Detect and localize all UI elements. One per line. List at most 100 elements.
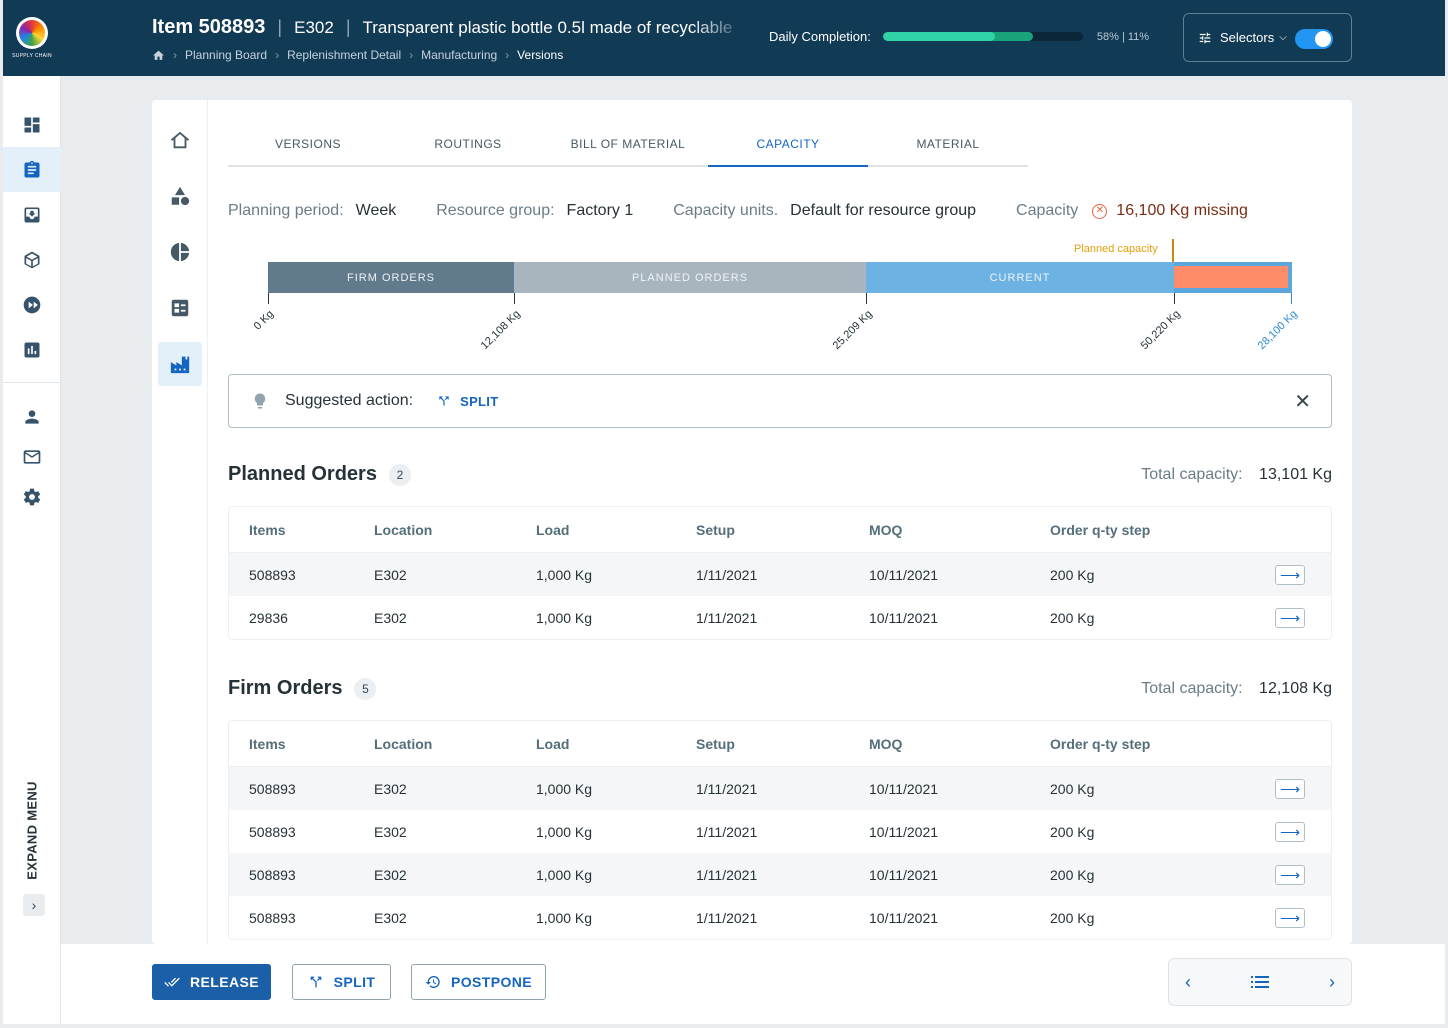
column-setup[interactable]: Setup: [696, 522, 869, 538]
planning-period-label: Planning period:: [228, 202, 344, 219]
close-icon[interactable]: ✕: [1294, 392, 1311, 412]
column-order-qty-step[interactable]: Order q-ty step: [1050, 522, 1250, 538]
column-load[interactable]: Load: [536, 522, 696, 538]
table-row[interactable]: 508893 E302 1,000 Kg 1/11/2021 10/11/202…: [229, 767, 1331, 810]
tab-capacity[interactable]: CAPACITY: [708, 126, 868, 167]
home-icon[interactable]: [152, 49, 165, 62]
subnav-shapes[interactable]: [158, 174, 202, 218]
suggested-split-button[interactable]: SPLIT: [437, 394, 498, 409]
cell-qty-step: 200 Kg: [1050, 909, 1095, 926]
subnav-checklist[interactable]: [158, 286, 202, 330]
rail-inbox[interactable]: [3, 192, 61, 237]
arrow-right-icon: ⟶: [1279, 823, 1301, 840]
table-row[interactable]: 29836 E302 1,000 Kg 1/11/2021 10/11/2021…: [229, 596, 1331, 639]
rail-assignments[interactable]: [3, 147, 61, 192]
release-label: RELEASE: [190, 974, 259, 990]
split-icon: [437, 394, 451, 408]
capacity-excess: [1174, 266, 1288, 288]
next-record-button[interactable]: ›: [1329, 973, 1335, 991]
column-items[interactable]: Items: [229, 736, 374, 752]
shapes-icon: [171, 186, 190, 206]
planning-period-value: Week: [355, 202, 397, 219]
list-view-button[interactable]: [1251, 975, 1269, 989]
subnav-factory[interactable]: [158, 342, 202, 386]
expand-menu-label[interactable]: EXPAND MENU: [20, 780, 44, 880]
split-button[interactable]: SPLIT: [292, 964, 391, 1000]
item-title: Item 508893: [152, 16, 266, 38]
cell-moq: 10/11/2021: [869, 823, 939, 840]
subnav-analytics[interactable]: [158, 230, 202, 274]
column-order-qty-step[interactable]: Order q-ty step: [1050, 736, 1250, 752]
postpone-button[interactable]: POSTPONE: [411, 964, 546, 1000]
chevron-down-icon[interactable]: ⌵: [1279, 32, 1287, 43]
logo-text: SUPPLY CHAIN: [12, 53, 52, 59]
column-location[interactable]: Location: [374, 736, 536, 752]
capacity-missing-value: 16,100 Kg missing: [1116, 202, 1248, 219]
page-header: Item 508893 | E302 | Transparent plastic…: [61, 0, 1445, 76]
expand-menu-text: EXPAND MENU: [24, 780, 40, 880]
main-card: VERSIONS ROUTINGS BILL OF MATERIAL CAPAC…: [152, 100, 1352, 944]
firm-orders-count: 5: [354, 677, 377, 700]
capacity-units-value: Default for resource group: [790, 202, 977, 219]
breadcrumb: › Planning Board › Replenishment Detail …: [152, 48, 563, 62]
column-load[interactable]: Load: [536, 736, 696, 752]
selectors-dropdown[interactable]: Selectors: [1220, 30, 1274, 45]
rail-products[interactable]: [3, 237, 61, 282]
capacity-tick-label: 28,100 Kg: [1255, 308, 1300, 352]
planned-capacity-marker: [1172, 239, 1174, 263]
tab-versions[interactable]: VERSIONS: [228, 126, 388, 165]
postpone-label: POSTPONE: [451, 974, 532, 990]
rail-settings[interactable]: [3, 477, 61, 517]
column-items[interactable]: Items: [229, 522, 374, 538]
breadcrumb-separator: ›: [409, 48, 414, 62]
capacity-bar: FIRM ORDERS PLANNED ORDERS CURRENT: [268, 262, 1292, 293]
toggle-knob: [1315, 31, 1331, 47]
firm-total-value: 12,108 Kg: [1259, 679, 1332, 697]
table-row[interactable]: 508893 E302 1,000 Kg 1/11/2021 10/11/202…: [229, 553, 1331, 596]
row-open-button[interactable]: ⟶: [1275, 607, 1305, 628]
table-row[interactable]: 508893 E302 1,000 Kg 1/11/2021 10/11/202…: [229, 896, 1331, 939]
rail-profile[interactable]: [3, 397, 61, 437]
selectors-toggle[interactable]: [1295, 29, 1333, 49]
cell-moq: 10/11/2021: [869, 566, 939, 583]
capacity-tick-label: 0 Kg: [251, 308, 277, 333]
row-open-button[interactable]: ⟶: [1275, 864, 1305, 885]
row-open-button[interactable]: ⟶: [1275, 821, 1305, 842]
row-open-button[interactable]: ⟶: [1275, 564, 1305, 585]
tab-routings[interactable]: ROUTINGS: [388, 126, 548, 165]
cell-setup: 1/11/2021: [696, 823, 758, 840]
row-open-button[interactable]: ⟶: [1275, 778, 1305, 799]
arrow-right-icon: ⟶: [1279, 566, 1301, 583]
tab-bill-of-material[interactable]: BILL OF MATERIAL: [548, 126, 708, 165]
release-button[interactable]: RELEASE: [152, 964, 271, 1000]
capacity-segment-planned: PLANNED ORDERS: [514, 262, 866, 293]
breadcrumb-manufacturing[interactable]: Manufacturing: [421, 48, 497, 62]
rail-divider: [3, 382, 60, 383]
breadcrumb-replenishment-detail[interactable]: Replenishment Detail: [287, 48, 401, 62]
rail-mail[interactable]: [3, 437, 61, 477]
table-row[interactable]: 508893 E302 1,000 Kg 1/11/2021 10/11/202…: [229, 853, 1331, 896]
rail-reports[interactable]: [3, 327, 61, 372]
breadcrumb-planning-board[interactable]: Planning Board: [185, 48, 267, 62]
logo-swirl-icon: [19, 20, 45, 46]
tab-material[interactable]: MATERIAL: [868, 126, 1028, 165]
record-pager: ‹ ›: [1168, 958, 1352, 1006]
column-moq[interactable]: MOQ: [869, 522, 1050, 538]
expand-menu-button[interactable]: ›: [23, 894, 45, 916]
rail-dashboard[interactable]: [3, 102, 61, 147]
detail-tabs: VERSIONS ROUTINGS BILL OF MATERIAL CAPAC…: [228, 126, 1028, 167]
column-location[interactable]: Location: [374, 522, 536, 538]
clipboard-icon: [24, 160, 40, 177]
arrow-right-icon: ⟶: [1279, 866, 1301, 883]
subnav-home[interactable]: [158, 118, 202, 162]
table-row[interactable]: 508893 E302 1,000 Kg 1/11/2021 10/11/202…: [229, 810, 1331, 853]
rail-forward[interactable]: [3, 282, 61, 327]
app-logo[interactable]: SUPPLY CHAIN: [3, 0, 61, 76]
title-divider: |: [277, 17, 283, 37]
daily-completion-bar: [882, 32, 1083, 41]
column-setup[interactable]: Setup: [696, 736, 869, 752]
previous-record-button[interactable]: ‹: [1185, 973, 1191, 991]
cell-setup: 1/11/2021: [696, 909, 758, 926]
column-moq[interactable]: MOQ: [869, 736, 1050, 752]
row-open-button[interactable]: ⟶: [1275, 907, 1305, 928]
